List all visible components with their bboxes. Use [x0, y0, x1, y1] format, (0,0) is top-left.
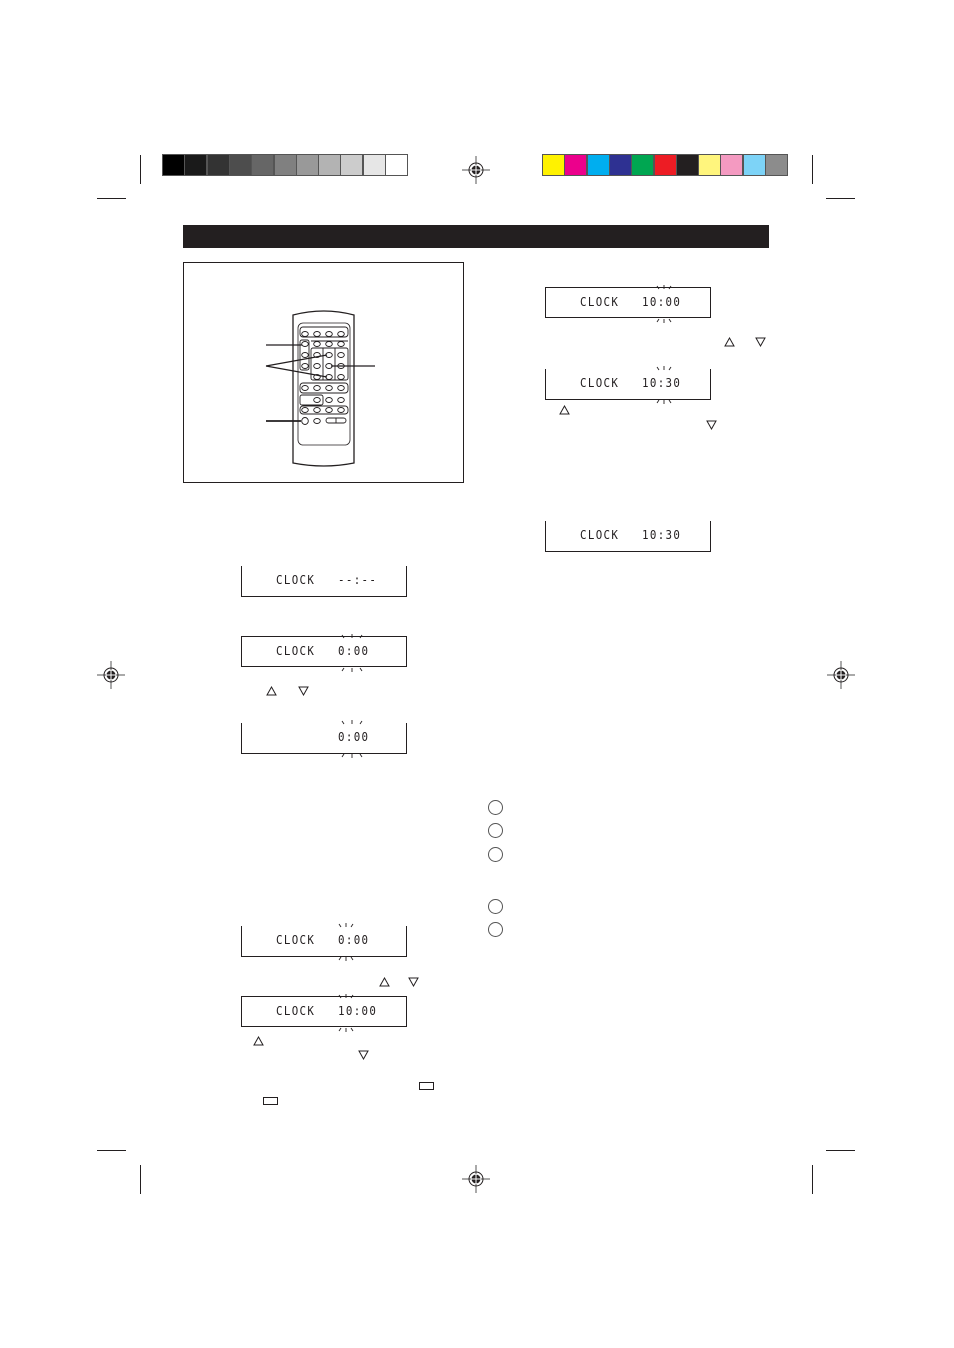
color-swatch: [699, 155, 721, 175]
crop-mark-bottom-left-h: [97, 1150, 126, 1151]
color-swatch: [676, 155, 698, 175]
section-header-bar: [183, 225, 769, 248]
blink-indicator-icon: [341, 720, 363, 758]
crop-mark-bottom-left-v: [140, 1165, 141, 1194]
down-triangle-icon: [298, 686, 309, 696]
lcd-label: CLOCK: [580, 376, 620, 390]
color-swatch: [252, 155, 274, 175]
button-symbol-icon: [419, 1082, 434, 1090]
color-swatch: [341, 155, 363, 175]
lcd-label: CLOCK: [580, 528, 620, 542]
down-triangle-icon: [358, 1050, 369, 1060]
up-triangle-icon: [266, 686, 277, 696]
lcd-display: CLOCK 10:00: [241, 994, 407, 1032]
button-symbol-icon: [263, 1097, 278, 1105]
registration-mark-bottom: [462, 1165, 490, 1193]
numbered-circle-icon: [488, 823, 503, 838]
lcd-display: CLOCK 10:30: [545, 366, 711, 404]
color-swatch: [185, 155, 207, 175]
numbered-circle-icon: [488, 847, 503, 862]
numbered-circle-icon: [488, 800, 503, 815]
lcd-label: CLOCK: [276, 933, 316, 947]
up-triangle-icon: [559, 405, 570, 415]
color-swatch: [721, 155, 743, 175]
up-triangle-icon: [724, 337, 735, 347]
blink-indicator-icon: [338, 994, 354, 1032]
blink-indicator-icon: [656, 366, 672, 404]
remote-control-figure: [183, 262, 464, 483]
lcd-display: CLOCK --:--: [241, 566, 407, 597]
blink-indicator-icon: [656, 285, 672, 323]
numbered-circle-icon: [488, 899, 503, 914]
up-triangle-icon: [379, 977, 390, 987]
registration-mark-top: [462, 156, 490, 184]
blink-indicator-icon: [338, 923, 354, 961]
numbered-circle-icon: [488, 922, 503, 937]
down-triangle-icon: [408, 977, 419, 987]
lcd-time: --:--: [338, 573, 378, 587]
lcd-label: CLOCK: [276, 644, 316, 658]
color-swatch: [543, 155, 564, 175]
down-triangle-icon: [755, 337, 766, 347]
color-swatch: [229, 155, 251, 175]
lcd-display: CLOCK 0:00: [241, 634, 407, 672]
lcd-label: CLOCK: [580, 295, 620, 309]
color-swatch: [766, 155, 787, 175]
color-swatch: [207, 155, 229, 175]
up-triangle-icon: [253, 1036, 264, 1046]
color-swatch: [363, 155, 385, 175]
color-swatch: [654, 155, 676, 175]
registration-mark-right: [827, 661, 855, 689]
down-triangle-icon: [706, 420, 717, 430]
lcd-time: 10:30: [642, 528, 682, 542]
color-swatch: [163, 155, 184, 175]
color-swatch: [609, 155, 631, 175]
registration-mark-left: [97, 661, 125, 689]
lcd-label: CLOCK: [276, 1004, 316, 1018]
color-swatch: [743, 155, 765, 175]
color-swatch: [587, 155, 609, 175]
lcd-label: CLOCK: [276, 573, 316, 587]
color-swatch: [274, 155, 296, 175]
color-swatch: [632, 155, 654, 175]
lcd-display: CLOCK 0:00: [241, 923, 407, 961]
crop-mark-bottom-right-h: [826, 1150, 855, 1151]
color-swatch: [565, 155, 587, 175]
color-swatch: [296, 155, 318, 175]
blink-indicator-icon: [341, 634, 363, 672]
lcd-display: 0:00: [241, 720, 407, 758]
crop-mark-bottom-right-v: [812, 1165, 813, 1194]
crop-mark-top-right-v: [812, 155, 813, 184]
lcd-display: CLOCK 10:30: [545, 521, 711, 552]
crop-mark-top-left-v: [140, 155, 141, 184]
color-swatch: [386, 155, 407, 175]
color-swatch: [319, 155, 341, 175]
lcd-display: CLOCK 10:00: [545, 285, 711, 323]
crop-mark-top-right-h: [826, 198, 855, 199]
crop-mark-top-left-h: [97, 198, 126, 199]
remote-control-icon: [265, 310, 375, 467]
